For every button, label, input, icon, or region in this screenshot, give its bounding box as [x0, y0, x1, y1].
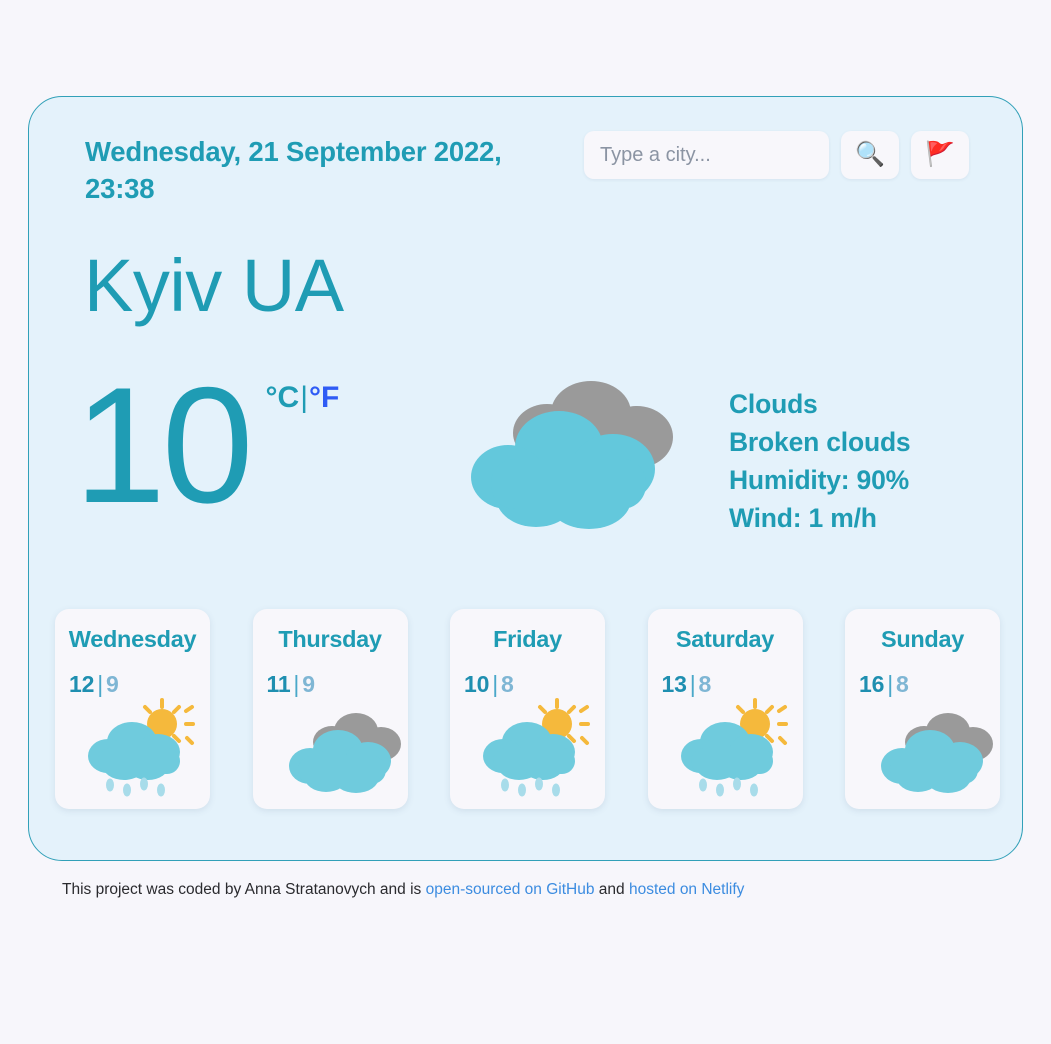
wind: Wind: 1 m/h	[729, 503, 877, 533]
netlify-link[interactable]: hosted on Netlify	[629, 881, 744, 898]
search-button[interactable]: 🔍	[841, 131, 899, 179]
forecast-card: Friday 10 | 8	[450, 609, 605, 809]
forecast-temp-min: 8	[500, 671, 514, 697]
forecast-card: Saturday 13 | 8	[647, 609, 803, 809]
forecast-temperatures: 10 | 8	[464, 671, 514, 698]
app-header: Wednesday, 21 September 2022, 23:38 🔍 🚩	[29, 97, 1022, 217]
current-temperature: 10	[74, 353, 254, 537]
weather-details: Clouds Broken clouds Humidity: 90% Wind:…	[729, 385, 911, 537]
forecast-temp-separator: |	[293, 671, 300, 697]
weather-description: Broken clouds	[729, 427, 911, 457]
forecast-temp-max: 13	[661, 671, 687, 697]
celsius-unit-active: °C	[265, 381, 300, 414]
weather-app-card: Wednesday, 21 September 2022, 23:38 🔍 🚩 …	[28, 96, 1023, 861]
broken-clouds-icon	[284, 698, 402, 803]
footer-text-before: This project was coded by Anna Stratanov…	[62, 881, 426, 898]
github-link[interactable]: open-sourced on GitHub	[426, 881, 595, 898]
temperature-block: 10 °C|°F	[74, 353, 340, 537]
humidity: Humidity: 90%	[729, 465, 909, 495]
sun-rain-cloud-icon	[86, 698, 204, 803]
sun-rain-cloud-icon	[481, 698, 599, 803]
footer-text-middle: and	[594, 881, 629, 898]
forecast-temp-separator: |	[887, 671, 893, 697]
fahrenheit-unit-link[interactable]: °F	[309, 381, 339, 414]
current-date: Wednesday, 21 September 2022, 23:38	[85, 136, 502, 204]
current-conditions: 10 °C|°F Clouds Broken clouds Humidity: …	[29, 353, 1022, 569]
city-name: Kyiv UA	[84, 244, 344, 327]
forecast-day-label: Friday	[493, 626, 562, 652]
forecast-temp-min: 9	[105, 671, 119, 697]
forecast-temp-separator: |	[689, 671, 696, 697]
unit-toggle: °C|°F	[266, 383, 340, 413]
forecast-temp-max: 12	[69, 671, 95, 697]
broken-clouds-icon	[461, 377, 691, 552]
forecast-temperatures: 16 | 8	[859, 671, 909, 698]
forecast-temp-min: 8	[698, 671, 712, 697]
forecast-card: Wednesday 12 | 9	[55, 609, 210, 809]
forecast-temp-min: 9	[302, 671, 315, 697]
sun-rain-cloud-icon	[679, 698, 797, 803]
forecast-day-label: Saturday	[675, 626, 775, 652]
broken-clouds-icon	[876, 698, 994, 803]
forecast-temperatures: 11 | 9	[267, 671, 315, 698]
forecast-temp-max: 11	[266, 671, 291, 697]
current-location-button[interactable]: 🚩	[911, 131, 969, 179]
forecast-row: Wednesday 12 | 9 Thursday 11 | 9 Friday …	[55, 609, 1000, 809]
forecast-temp-separator: |	[97, 671, 103, 697]
forecast-day-label: Sunday	[880, 626, 965, 652]
forecast-day-label: Thursday	[278, 626, 382, 652]
forecast-temperatures: 13 | 8	[662, 671, 712, 698]
footer: This project was coded by Anna Stratanov…	[62, 879, 744, 901]
search-form: 🔍 🚩	[584, 131, 969, 179]
magnifying-glass-icon: 🔍	[855, 141, 885, 168]
weather-main: Clouds	[729, 389, 818, 419]
forecast-day-label: Wednesday	[68, 626, 197, 652]
forecast-temperatures: 12 | 9	[69, 671, 119, 698]
flag-icon: 🚩	[925, 141, 955, 168]
forecast-card: Sunday 16 | 8	[845, 609, 1000, 809]
unit-separator: |	[300, 381, 308, 414]
forecast-temp-min: 8	[895, 671, 909, 697]
search-input[interactable]	[584, 131, 829, 179]
forecast-temp-separator: |	[492, 671, 498, 697]
forecast-card: Thursday 11 | 9	[252, 609, 408, 809]
forecast-temp-max: 10	[464, 671, 490, 697]
forecast-temp-max: 16	[859, 671, 885, 697]
